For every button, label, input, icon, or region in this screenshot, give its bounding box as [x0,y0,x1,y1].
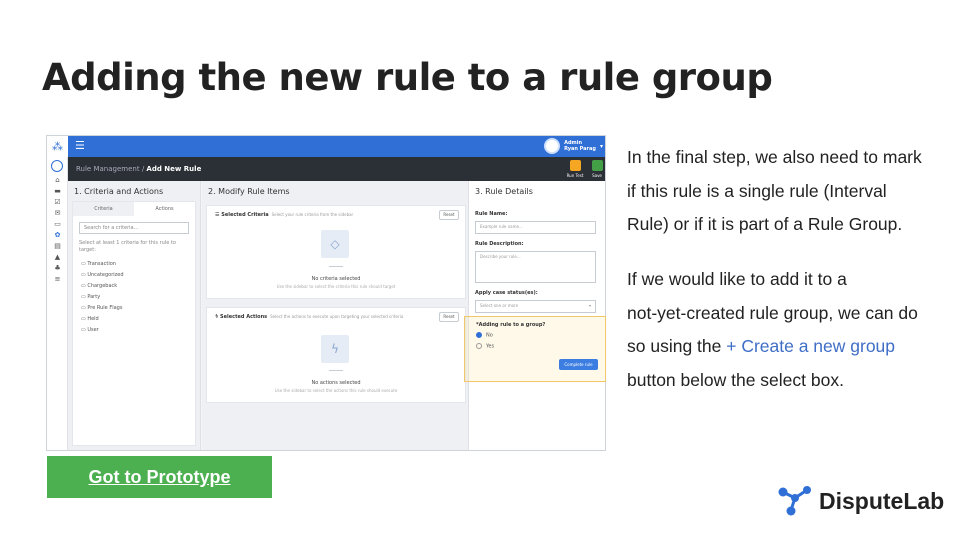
group-question-label: *Adding rule to a group? [476,322,546,328]
card-icon[interactable]: ▭ [47,219,68,230]
divider [329,266,343,267]
radio-yes[interactable]: Yes [476,343,494,350]
menu-icon[interactable]: ☰ [75,139,85,152]
disputelab-logo-icon [778,486,811,516]
breadcrumb: Rule Management / Add New Rule [76,165,201,173]
user-name: Ryan Parag [564,146,596,152]
mail-icon[interactable]: ✉ [47,208,68,219]
settings-icon[interactable]: ✿ [47,230,68,241]
rule-description-label: Rule Description: [475,241,524,247]
brand-name: DisputeLab [819,487,945,514]
chevron-down-icon: ▾ [588,303,591,308]
selected-criteria-title: ☰ Selected Criteria Select your rule crit… [215,212,354,218]
description-paragraph-2: If we would like to add it to a not-yet-… [627,269,918,390]
criteria-column: 1. Criteria and Actions Criteria Actions… [68,181,201,450]
rule-name-input[interactable]: Example rule name... [475,221,596,234]
users-icon[interactable]: ♣ [47,263,68,274]
checkbox-icon[interactable]: ☑ [47,197,68,208]
radio-selected-icon [476,332,482,338]
reset-criteria-button[interactable]: Reset [439,210,459,220]
slide-title: Adding the new rule to a rule group [42,56,773,99]
category-transaction[interactable]: ▭ Transaction [81,259,195,270]
brand-logo: DisputeLab [777,484,944,518]
category-chargeback[interactable]: ▭ Chargeback [81,281,195,292]
home-icon[interactable]: ⌂ [47,175,68,186]
criteria-heading: 1. Criteria and Actions [74,187,164,196]
rule-name-label: Rule Name: [475,211,508,217]
case-status-label: Apply case status(es): [475,290,538,296]
criteria-hint: Select at least 1 criteria for this rule… [79,240,176,253]
criteria-empty-title: No criteria selected [311,276,361,282]
radio-no[interactable]: No [476,332,493,339]
radio-unselected-icon [476,343,482,349]
app-sidebar: ⌂ ▬ ☑ ✉ ▭ ✿ ▤ ▲ ♣ ≡ [47,157,68,450]
description-paragraph-1: In the final step, we also need to mark … [627,147,922,234]
modify-heading: 2. Modify Rule Items [208,187,290,196]
breadcrumb-separator: / [141,165,145,173]
create-group-link[interactable]: + Create a new group [726,336,895,356]
category-uncategorized[interactable]: ▭ Uncategorized [81,270,195,281]
criteria-placeholder-icon: ◇ [321,230,349,258]
actions-empty-subtitle: Use the sidebar to select the actions th… [274,388,398,393]
save-button[interactable]: Save [586,160,605,178]
rule-description-input[interactable]: Describe your rule... [475,251,596,283]
user-menu[interactable]: Admin Ryan Parag ▾ [544,138,603,154]
run-test-button[interactable]: Run Test [564,160,586,178]
prototype-button[interactable]: Got to Prototype [47,456,272,498]
run-test-label: Run Test [566,173,584,178]
criteria-empty-subtitle: Use the sidebar to select the criteria t… [276,284,396,289]
reset-actions-button[interactable]: Reset [439,312,459,322]
breadcrumb-current: Add New Rule [146,165,202,173]
case-status-select[interactable]: Select one or more ▾ [475,300,596,313]
category-held[interactable]: ▭ Held [81,314,195,325]
selected-actions-title: ϟ Selected Actions Select the actions to … [215,314,404,320]
save-icon [591,160,603,171]
app-topbar: ⁂ ☰ Admin Ryan Parag ▾ [47,136,605,157]
divider [329,370,343,371]
selected-actions-card: ϟ Selected Actions Select the actions to … [206,307,466,403]
tab-criteria[interactable]: Criteria [73,202,134,216]
run-test-icon [569,160,581,171]
avatar [544,138,561,154]
tab-actions[interactable]: Actions [134,202,195,216]
breadcrumb-bar: Rule Management / Add New Rule Run Test … [68,157,605,181]
breadcrumb-parent[interactable]: Rule Management [76,165,140,173]
app-screenshot: ⁂ ☰ Admin Ryan Parag ▾ ⌂ ▬ ☑ ✉ ▭ ✿ ▤ ▲ ♣… [46,135,606,451]
sliders-icon[interactable]: ≡ [47,274,68,285]
briefcase-icon[interactable]: ▬ [47,186,68,197]
app-logo-icon: ⁂ [47,136,68,157]
criteria-card: Criteria Actions Search for a criteria..… [72,201,196,446]
criteria-search-input[interactable]: Search for a criteria... [79,222,189,234]
selected-criteria-card: ☰ Selected Criteria Select your rule crit… [206,205,466,299]
modify-column: 2. Modify Rule Items ☰ Selected Criteria… [202,181,468,450]
profile-icon[interactable] [51,160,63,172]
alert-icon[interactable]: ▲ [47,252,68,263]
chevron-down-icon: ▾ [599,142,603,150]
details-heading: 3. Rule Details [475,187,533,196]
category-pre-rule-flags[interactable]: ▭ Pre Rule Flags [81,303,195,314]
category-party[interactable]: ▭ Party [81,292,195,303]
lightning-icon: ϟ [321,335,349,363]
save-label: Save [592,173,602,178]
actions-empty-title: No actions selected [311,380,361,386]
complete-rule-button[interactable]: Complete rule [559,359,598,370]
file-icon[interactable]: ▤ [47,241,68,252]
category-user[interactable]: ▭ User [81,325,195,336]
